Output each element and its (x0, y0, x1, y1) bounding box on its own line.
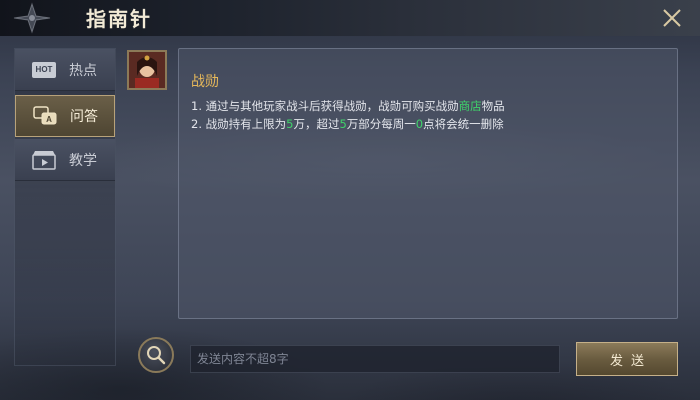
send-button[interactable]: 发送 (576, 342, 678, 376)
compass-emblem-icon (13, 2, 51, 34)
content-line-2: 2. 战勋持有上限为5万，超过5万部分每周一0点将会统一删除 (191, 117, 504, 131)
content-panel: 战勋 1. 通过与其他玩家战斗后获得战勋，战勋可购买战勋商店物品 2. 战勋持有… (178, 48, 678, 319)
qa-chat-icon: A (32, 106, 58, 126)
shop-link[interactable]: 商店 (459, 99, 482, 113)
sidebar-item-hot[interactable]: HOT 热点 (15, 49, 115, 91)
hot-icon: HOT (31, 60, 57, 80)
sidebar-item-label: 教学 (69, 152, 97, 169)
avatar[interactable] (127, 50, 167, 90)
search-button[interactable] (138, 337, 174, 373)
sidebar-item-label: 热点 (69, 62, 97, 79)
header-bar: 指南针 (0, 0, 700, 36)
message-input[interactable] (190, 345, 560, 373)
content-line-1: 1. 通过与其他玩家战斗后获得战勋，战勋可购买战勋商店物品 (191, 99, 505, 113)
character-portrait-icon (129, 52, 165, 88)
sidebar-item-qa[interactable]: A 问答 (15, 95, 115, 137)
page-title: 指南针 (86, 7, 152, 31)
svg-text:A: A (46, 115, 52, 124)
search-icon (147, 346, 166, 365)
close-icon[interactable] (660, 6, 684, 30)
sidebar-item-label: 问答 (70, 109, 98, 125)
sidebar-item-teaching[interactable]: 教学 (15, 139, 115, 181)
content-title: 战勋 (191, 74, 219, 90)
sidebar: HOT 热点 A 问答 教学 (14, 48, 116, 366)
video-clapper-icon (31, 150, 57, 170)
